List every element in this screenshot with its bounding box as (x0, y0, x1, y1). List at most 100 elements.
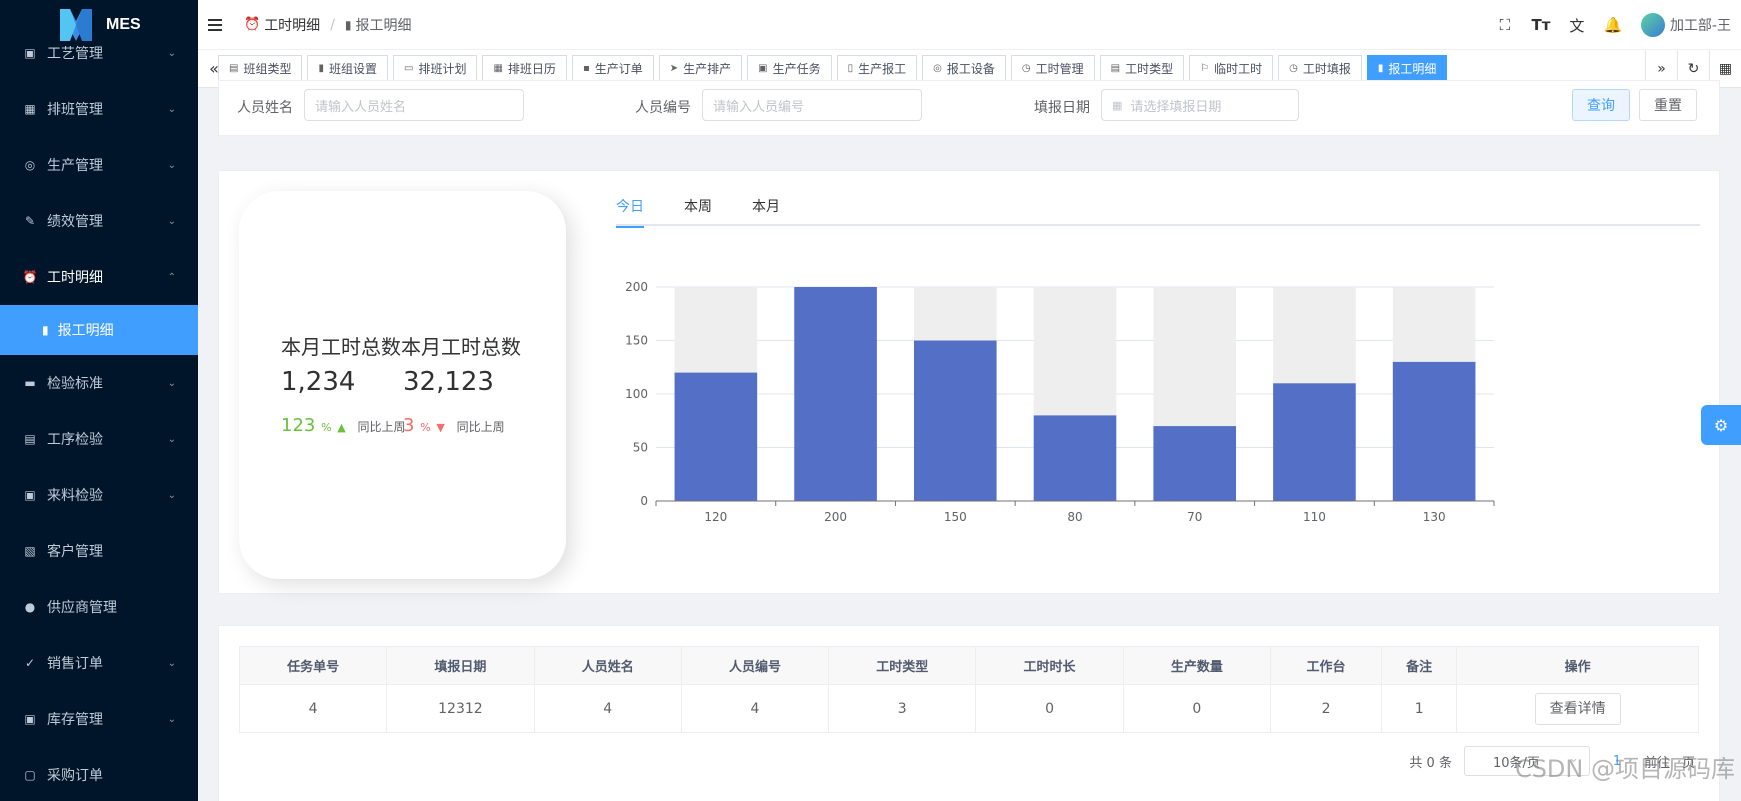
tag-item[interactable]: ▣ 生产任务 (747, 54, 832, 83)
chevron-icon: ⌃ (167, 271, 176, 283)
column-header: 人员编号 (680, 646, 830, 685)
tag-item[interactable]: ◎ 报工设备 (922, 54, 1006, 83)
sidebar-item[interactable]: ▣ 库存管理 ⌄ (0, 691, 198, 747)
tag-item[interactable]: ◷ 工时管理 (1010, 54, 1095, 83)
main-content: 人员姓名 请输入人员姓名 人员编号 请输入人员编号 填报日期 ▦ 请选择填报日期… (198, 80, 1741, 801)
breadcrumb-item-parent[interactable]: 工时明细 (264, 15, 320, 35)
column-header: 工时类型 (828, 646, 977, 685)
sidebar-item-label: 客户管理 (47, 544, 103, 560)
tab-today[interactable]: 今日 (616, 189, 644, 228)
y-tick-label: 0 (640, 494, 648, 508)
tag-icon: ▯ (847, 63, 854, 74)
kpi-change-up-value: 123 (281, 415, 316, 436)
sidebar-item[interactable]: ● 供应商管理 (0, 579, 198, 635)
chevron-icon: ⌄ (167, 657, 176, 669)
tag-label: 工时管理 (1035, 62, 1084, 76)
bar (1273, 383, 1356, 501)
kpi-change-down-unit: % (420, 421, 431, 434)
tag-active[interactable]: ▮ 报工明细 (1366, 54, 1448, 83)
database-icon: ◎ (24, 158, 36, 172)
tag-item[interactable]: ◷ 工时填报 (1278, 54, 1362, 83)
sidebar-item[interactable]: ▬ 检验标准 ⌄ (0, 355, 198, 411)
sidebar-item-label: 库存管理 (47, 712, 103, 728)
tag-item[interactable]: ▦ 排班日历 (482, 54, 567, 83)
column-header: 生产数量 (1122, 646, 1271, 685)
caret-up-icon: ▲ (337, 421, 346, 434)
sidebar-item[interactable]: ◎ 生产管理 ⌄ (0, 137, 198, 193)
tag-item[interactable]: ▭ 排班计划 (393, 54, 478, 83)
column-header: 备注 (1381, 646, 1458, 685)
tag-label: 生产订单 (594, 62, 643, 76)
stats-panel: 本月工时总数本月工时总数 1,234 32,123 123 % ▲ 同比上周 3… (218, 170, 1720, 594)
fullscreen-icon[interactable]: ⛶ (1487, 0, 1523, 50)
tag-item[interactable]: ▤ 班组类型 (218, 54, 303, 83)
code-label: 人员编号 (635, 100, 691, 116)
sidebar-item-label: 排班管理 (47, 102, 103, 118)
tag-icon: ⚐ (1200, 63, 1210, 74)
tags-list: ▤ 班组类型 ▮ 班组设置 ▭ 排班计划 ▦ 排班日历 ▪ 生产订单 ➤ 生产排产 ▣ 生产任务 ▯ 生产报工… (218, 54, 1645, 83)
sidebar-item[interactable]: ▢ 采购订单 (0, 747, 198, 801)
pagination-total: 共 0 条 (1409, 755, 1452, 771)
watermark: CSDN @项目源码库 (1514, 755, 1735, 783)
table-cell: 4 (238, 684, 388, 733)
breadcrumb-item-current: 报工明细 (355, 17, 412, 34)
sidebar-menu: ▣ 工艺管理 ⌄ ▦ 排班管理 ⌄ ◎ 生产管理 ⌄ ✎ 绩效管理 ⌄ ⏰ 工时明细 ⌃ ▮ 报工明细 ▬ 检验标准… (0, 25, 198, 801)
table-panel: 任务单号 填报日期 人员姓名 人员编号 工时类型 工时时长 生产数量 工作台 备注 操作 4 123… (218, 625, 1720, 801)
sidebar-item-label: 工时明细 (47, 270, 103, 286)
tag-item[interactable]: ▤ 工时类型 (1099, 54, 1185, 83)
tag-item[interactable]: ▮ 班组设置 (307, 54, 388, 83)
bell-icon[interactable]: 🔔 (1595, 0, 1631, 50)
code-input[interactable]: 请输入人员编号 (702, 89, 922, 121)
sidebar-item[interactable]: ▣ 来料检验 ⌄ (0, 467, 198, 523)
table-cell: 0 (975, 684, 1124, 733)
caret-down-icon: ▼ (436, 421, 445, 434)
tag-icon: ◷ (1021, 63, 1031, 74)
tab-week[interactable]: 本周 (684, 189, 712, 226)
x-tick-label: 110 (1303, 510, 1326, 524)
tag-item[interactable]: ▯ 生产报工 (836, 54, 918, 83)
sidebar-item[interactable]: ▣ 工艺管理 ⌄ (0, 25, 198, 81)
kpi-change-down-value: 3 (403, 415, 415, 436)
sidebar-item[interactable]: ▤ 工序检验 ⌄ (0, 411, 198, 467)
query-button[interactable]: 查询 (1572, 89, 1630, 121)
tag-item[interactable]: ⚐ 临时工时 (1189, 54, 1274, 83)
briefcase-icon: ▣ (24, 712, 36, 726)
tag-label: 工时类型 (1125, 62, 1174, 76)
font-size-icon[interactable]: Tт (1523, 0, 1559, 50)
translate-icon[interactable]: 文 (1559, 0, 1595, 50)
sidebar-item[interactable]: ✎ 绩效管理 ⌄ (0, 193, 198, 249)
chevron-icon: ⌄ (167, 103, 176, 115)
y-tick-label: 200 (625, 280, 648, 294)
sidebar-subitem-active[interactable]: ▮ 报工明细 (0, 305, 198, 355)
chevron-icon: ⌄ (167, 713, 176, 725)
sidebar-item[interactable]: ▧ 客户管理 (0, 523, 198, 579)
tag-label: 工时填报 (1302, 62, 1351, 76)
tag-item[interactable]: ➤ 生产排产 (658, 54, 743, 83)
sidebar-item-label: 采购订单 (47, 768, 103, 784)
bar (794, 287, 877, 501)
bar (674, 372, 758, 501)
table-cell: 1 (1381, 684, 1458, 733)
tag-icon: ▤ (229, 63, 239, 74)
chevron-icon: ⌄ (167, 47, 176, 59)
sidebar-item[interactable]: ⏰ 工时明细 ⌃ (0, 249, 198, 305)
tag-icon: ◎ (933, 63, 942, 74)
view-detail-button[interactable]: 查看详情 (1534, 692, 1621, 725)
tag-item[interactable]: ▪ 生产订单 (571, 54, 654, 83)
x-tick-label: 70 (1187, 510, 1202, 524)
hamburger-icon[interactable] (208, 15, 228, 35)
column-header: 工作台 (1269, 646, 1383, 685)
avatar[interactable] (1640, 13, 1665, 37)
tag-icon: ▭ (404, 63, 414, 74)
tab-month[interactable]: 本月 (752, 189, 780, 226)
sidebar-item-label: 来料检验 (47, 488, 103, 504)
user-name[interactable]: 加工部-王 (1670, 15, 1731, 35)
name-input[interactable]: 请输入人员姓名 (304, 89, 524, 121)
sidebar-item[interactable]: ▦ 排班管理 ⌄ (0, 81, 198, 137)
sidebar-item[interactable]: ✓ 销售订单 ⌄ (0, 635, 198, 691)
table-cell: 12312 (386, 684, 535, 733)
book-icon: ▮ (344, 17, 352, 32)
date-picker[interactable]: ▦ 请选择填报日期 (1101, 89, 1299, 121)
reset-button[interactable]: 重置 (1639, 89, 1697, 121)
settings-gear-icon[interactable]: ⚙ (1701, 405, 1741, 445)
